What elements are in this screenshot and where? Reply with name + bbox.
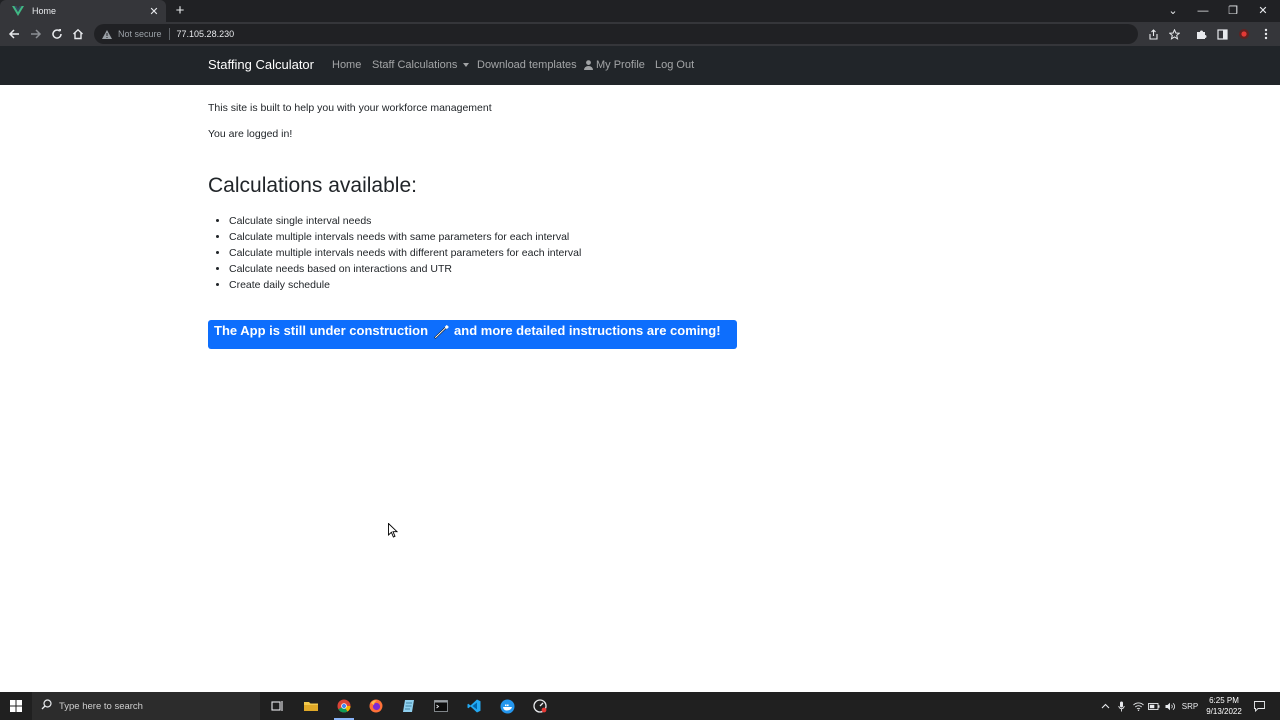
- forward-icon[interactable]: [26, 24, 46, 44]
- restore-icon[interactable]: ❐: [1218, 0, 1248, 22]
- search-placeholder: Type here to search: [59, 700, 143, 712]
- extensions-icon[interactable]: [1191, 24, 1211, 44]
- tab-title: Home: [32, 6, 57, 16]
- address-bar[interactable]: Not secure 77.105.28.230: [94, 24, 1138, 44]
- magic-wand-icon: [434, 325, 449, 339]
- clock-date: 9/13/2022: [1206, 707, 1242, 716]
- vue-logo-icon: [12, 5, 24, 17]
- docker-icon[interactable]: [491, 692, 523, 720]
- language-indicator[interactable]: SRP: [1180, 692, 1200, 720]
- notifications-icon[interactable]: [1250, 692, 1268, 720]
- profile-avatar-icon[interactable]: [1234, 24, 1254, 44]
- file-explorer-icon[interactable]: [295, 692, 327, 720]
- nav-home[interactable]: Home: [332, 59, 361, 71]
- nav-staff-calculations-dropdown[interactable]: Staff Calculations: [372, 59, 470, 71]
- taskbar-clock[interactable]: 6:25 PM 9/13/2022: [1198, 695, 1250, 717]
- task-view-icon[interactable]: [261, 692, 293, 720]
- construction-banner: The App is still under construction and …: [208, 320, 737, 349]
- nav-my-profile[interactable]: My Profile: [584, 59, 645, 71]
- speed-test-icon[interactable]: [524, 692, 556, 720]
- list-item: Calculate multiple intervals needs with …: [229, 245, 581, 261]
- address-divider: [168, 28, 170, 40]
- reload-icon[interactable]: [47, 24, 67, 44]
- nav-download-templates-label: Download templates: [477, 59, 577, 71]
- nav-download-templates[interactable]: Download templates: [477, 59, 577, 71]
- home-icon[interactable]: [68, 24, 88, 44]
- warning-icon: [102, 29, 112, 39]
- new-tab-icon[interactable]: +: [172, 2, 188, 20]
- browser-tab-strip: Home ✕ + ⌄ — ❐ ✕: [0, 0, 1280, 22]
- taskbar-search-box[interactable]: Type here to search: [32, 692, 260, 720]
- list-item: Calculate multiple intervals needs with …: [229, 229, 581, 245]
- nav-log-out-label: Log Out: [655, 59, 695, 71]
- terminal-icon[interactable]: [425, 692, 457, 720]
- list-item: Calculate needs based on interactions an…: [229, 261, 581, 277]
- wifi-icon[interactable]: [1130, 692, 1146, 720]
- calculations-list: Calculate single interval needs Calculat…: [229, 213, 581, 293]
- list-item: Create daily schedule: [229, 277, 581, 293]
- nav-my-profile-label: My Profile: [596, 59, 645, 71]
- minimize-icon[interactable]: —: [1188, 0, 1218, 22]
- tab-search-icon[interactable]: ⌄: [1158, 0, 1188, 22]
- battery-icon[interactable]: [1146, 692, 1162, 720]
- mouse-cursor-icon: [388, 522, 399, 543]
- navbar-brand[interactable]: Staffing Calculator: [208, 57, 314, 72]
- volume-icon[interactable]: [1162, 692, 1178, 720]
- site-navbar: Staffing Calculator Home Staff Calculati…: [0, 46, 1280, 85]
- browser-tab-home[interactable]: Home ✕: [0, 0, 166, 22]
- intro-text: This site is built to help you with your…: [208, 102, 492, 114]
- nav-home-label: Home: [332, 59, 362, 71]
- browser-toolbar: Not secure 77.105.28.230: [0, 22, 1280, 46]
- windows-start-icon[interactable]: [0, 692, 32, 720]
- show-hidden-icons-icon[interactable]: [1098, 692, 1112, 720]
- login-status-text: You are logged in!: [208, 128, 293, 140]
- search-icon: [41, 697, 52, 715]
- chrome-icon[interactable]: [328, 692, 360, 720]
- nav-log-out[interactable]: Log Out: [655, 59, 694, 71]
- url-text: 77.105.28.230: [176, 29, 235, 39]
- share-icon[interactable]: [1143, 24, 1163, 44]
- clock-time: 6:25 PM: [1209, 696, 1239, 705]
- bookmark-star-icon[interactable]: [1164, 24, 1184, 44]
- tab-close-icon[interactable]: ✕: [146, 5, 162, 18]
- security-label: Not secure: [118, 29, 162, 39]
- browser-menu-icon[interactable]: [1256, 24, 1276, 44]
- calculations-heading: Calculations available:: [208, 174, 417, 197]
- close-window-icon[interactable]: ✕: [1248, 0, 1278, 22]
- windows-taskbar: Type here to search SRP 6:25 PM 9/13/202…: [0, 692, 1280, 720]
- chevron-down-icon: [463, 63, 470, 67]
- back-icon[interactable]: [4, 24, 24, 44]
- vscode-icon[interactable]: [458, 692, 490, 720]
- firefox-icon[interactable]: [360, 692, 392, 720]
- banner-text-start: The App is still under construction: [214, 323, 429, 338]
- notes-app-icon[interactable]: [393, 692, 425, 720]
- person-icon: [584, 60, 593, 70]
- microphone-icon[interactable]: [1114, 692, 1128, 720]
- list-item: Calculate single interval needs: [229, 213, 581, 229]
- nav-staff-calculations-label: Staff Calculations: [372, 59, 458, 71]
- banner-text-end: and more detailed instructions are comin…: [454, 323, 721, 338]
- side-panel-icon[interactable]: [1212, 24, 1232, 44]
